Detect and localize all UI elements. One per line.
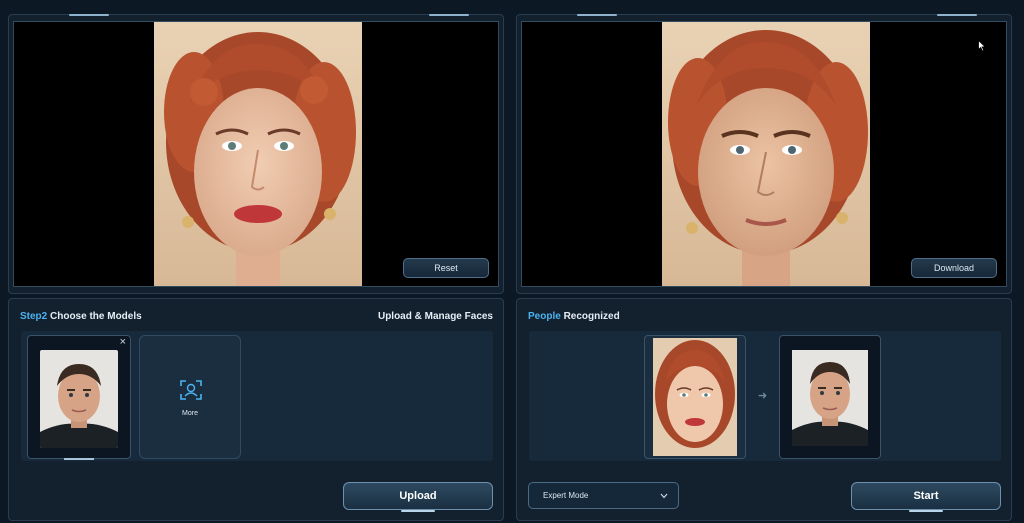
people-recognized-panel: People Recognized ➜ Expert Mode Start bbox=[516, 298, 1012, 521]
panel-accent bbox=[69, 14, 109, 16]
detected-face-card[interactable] bbox=[644, 335, 746, 459]
panel-accent bbox=[937, 14, 977, 16]
people-label: People bbox=[528, 311, 561, 322]
recognized-label: Recognized bbox=[560, 311, 620, 322]
chevron-down-icon bbox=[660, 493, 668, 499]
source-image-viewer: Reset bbox=[13, 21, 499, 287]
more-label: More bbox=[182, 410, 198, 417]
source-portrait-image bbox=[154, 22, 362, 286]
upload-manage-faces-link[interactable]: Upload & Manage Faces bbox=[378, 311, 493, 322]
face-scan-icon bbox=[180, 380, 202, 400]
choose-models-label: Choose the Models bbox=[47, 311, 142, 322]
source-image-panel: Reset bbox=[8, 14, 504, 294]
model-face-image bbox=[40, 350, 118, 448]
choose-models-title: Step2 Choose the Models bbox=[20, 311, 142, 322]
result-image-panel: Download bbox=[516, 14, 1012, 294]
people-recognized-title: People Recognized bbox=[528, 311, 620, 322]
result-portrait-image bbox=[662, 22, 870, 286]
model-card-indicator bbox=[64, 458, 94, 460]
upload-button[interactable]: Upload bbox=[343, 482, 493, 512]
step-label: Step2 bbox=[20, 311, 48, 322]
panel-accent bbox=[577, 14, 617, 16]
choose-models-panel: Step2 Choose the Models Upload & Manage … bbox=[8, 298, 504, 521]
upload-label: Upload bbox=[399, 490, 437, 502]
result-image-viewer: Download bbox=[521, 21, 1007, 287]
panel-accent bbox=[429, 14, 469, 16]
start-button[interactable]: Start bbox=[851, 482, 1001, 512]
mode-select[interactable]: Expert Mode bbox=[528, 482, 679, 509]
button-underglow bbox=[909, 510, 943, 512]
detected-face-image bbox=[653, 338, 737, 456]
start-label: Start bbox=[913, 490, 939, 502]
download-button[interactable]: Download bbox=[911, 258, 997, 278]
target-model-card[interactable] bbox=[779, 335, 881, 459]
close-icon[interactable]: × bbox=[120, 336, 126, 348]
target-model-image bbox=[792, 350, 868, 446]
arrow-icon: ➜ bbox=[758, 390, 768, 402]
mouse-cursor-icon bbox=[978, 40, 986, 52]
reset-button[interactable]: Reset bbox=[403, 258, 489, 278]
button-underglow bbox=[401, 510, 435, 512]
more-models-card[interactable]: More bbox=[139, 335, 241, 459]
mode-select-value: Expert Mode bbox=[543, 491, 589, 500]
model-card[interactable]: × bbox=[27, 335, 131, 460]
